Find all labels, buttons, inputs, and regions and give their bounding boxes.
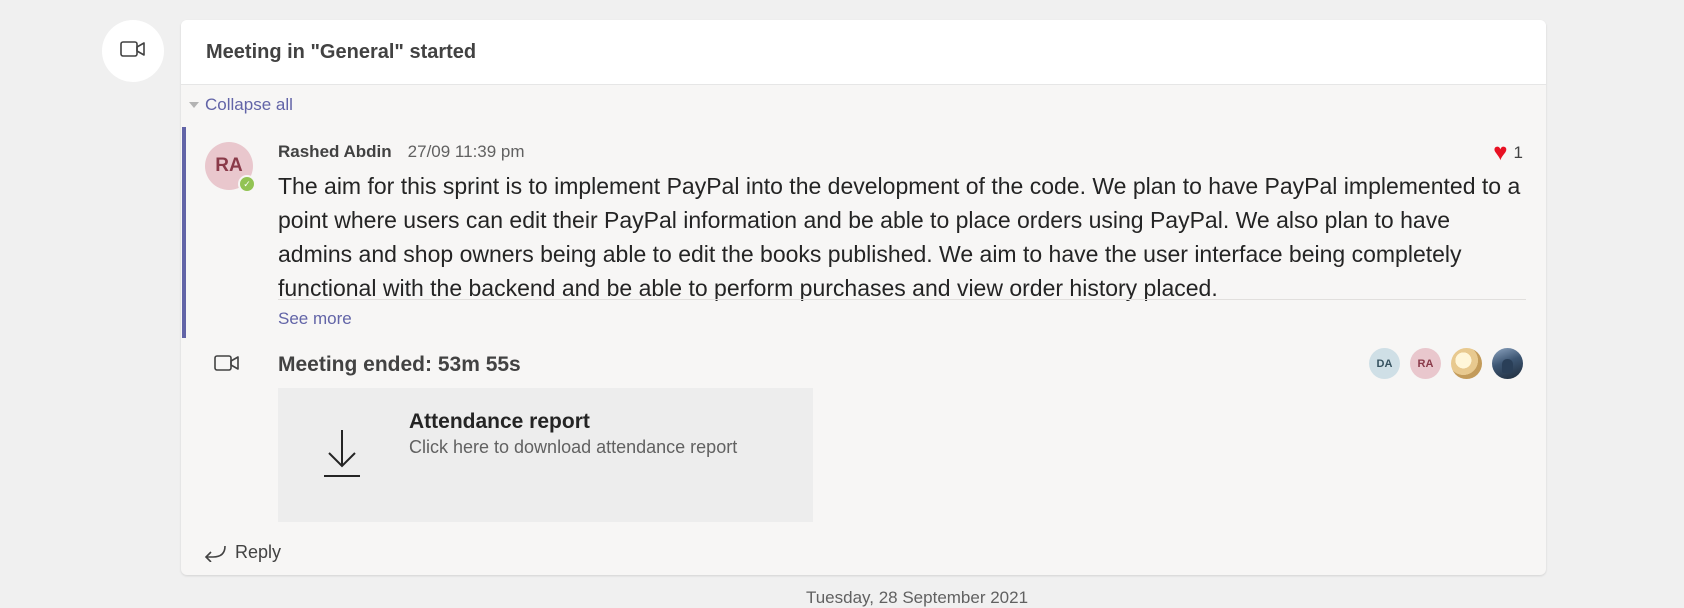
attendance-report-title: Attendance report bbox=[409, 410, 590, 433]
meeting-header: Meeting in "General" started bbox=[181, 20, 1546, 85]
reaction-count: 1 bbox=[1513, 143, 1523, 162]
date-divider: Tuesday, 28 September 2021 bbox=[0, 588, 1684, 608]
message-meta: Rashed Abdin 27/09 11:39 pm bbox=[278, 142, 525, 162]
video-camera-icon bbox=[120, 40, 146, 63]
reply-label: Reply bbox=[235, 542, 282, 562]
participant-avatar[interactable]: RA bbox=[1410, 348, 1441, 379]
presence-available-icon: ✓ bbox=[238, 175, 256, 193]
participant-avatar[interactable]: DA bbox=[1369, 348, 1400, 379]
heart-reaction[interactable]: ♥ 1 bbox=[1493, 141, 1523, 165]
participant-avatar-photo[interactable] bbox=[1451, 348, 1482, 379]
see-more-link[interactable]: See more bbox=[278, 309, 352, 329]
meeting-icon-circle bbox=[102, 20, 164, 82]
meeting-ended-label: Meeting ended: 53m 55s bbox=[278, 353, 521, 376]
author-name[interactable]: Rashed Abdin bbox=[278, 142, 392, 162]
video-camera-icon bbox=[214, 354, 240, 377]
reply-button[interactable]: Reply bbox=[204, 542, 281, 563]
message-accent-bar bbox=[182, 127, 186, 338]
chevron-down-icon bbox=[189, 102, 199, 108]
reply-arrow-icon bbox=[204, 545, 226, 562]
author-avatar[interactable]: RA ✓ bbox=[205, 142, 256, 193]
attendance-report-card[interactable]: Attendance report Click here to download… bbox=[278, 388, 813, 522]
message-divider bbox=[278, 299, 1526, 300]
participant-avatar-photo[interactable] bbox=[1492, 348, 1523, 379]
collapse-all-button[interactable]: Collapse all bbox=[189, 95, 293, 115]
attendance-report-subtitle: Click here to download attendance report bbox=[409, 437, 738, 457]
meeting-title: Meeting in "General" started bbox=[206, 41, 477, 63]
message-body: The aim for this sprint is to implement … bbox=[278, 173, 1521, 301]
message-timestamp: 27/09 11:39 pm bbox=[407, 142, 525, 161]
collapse-all-label: Collapse all bbox=[205, 95, 293, 114]
download-icon bbox=[323, 428, 361, 483]
meeting-card: Meeting in "General" started Collapse al… bbox=[181, 20, 1546, 575]
avatar-initials: RA bbox=[215, 155, 243, 176]
date-divider-label: Tuesday, 28 September 2021 bbox=[805, 588, 1029, 607]
heart-icon: ♥ bbox=[1493, 139, 1508, 166]
participant-avatars: DA RA bbox=[1369, 348, 1523, 379]
